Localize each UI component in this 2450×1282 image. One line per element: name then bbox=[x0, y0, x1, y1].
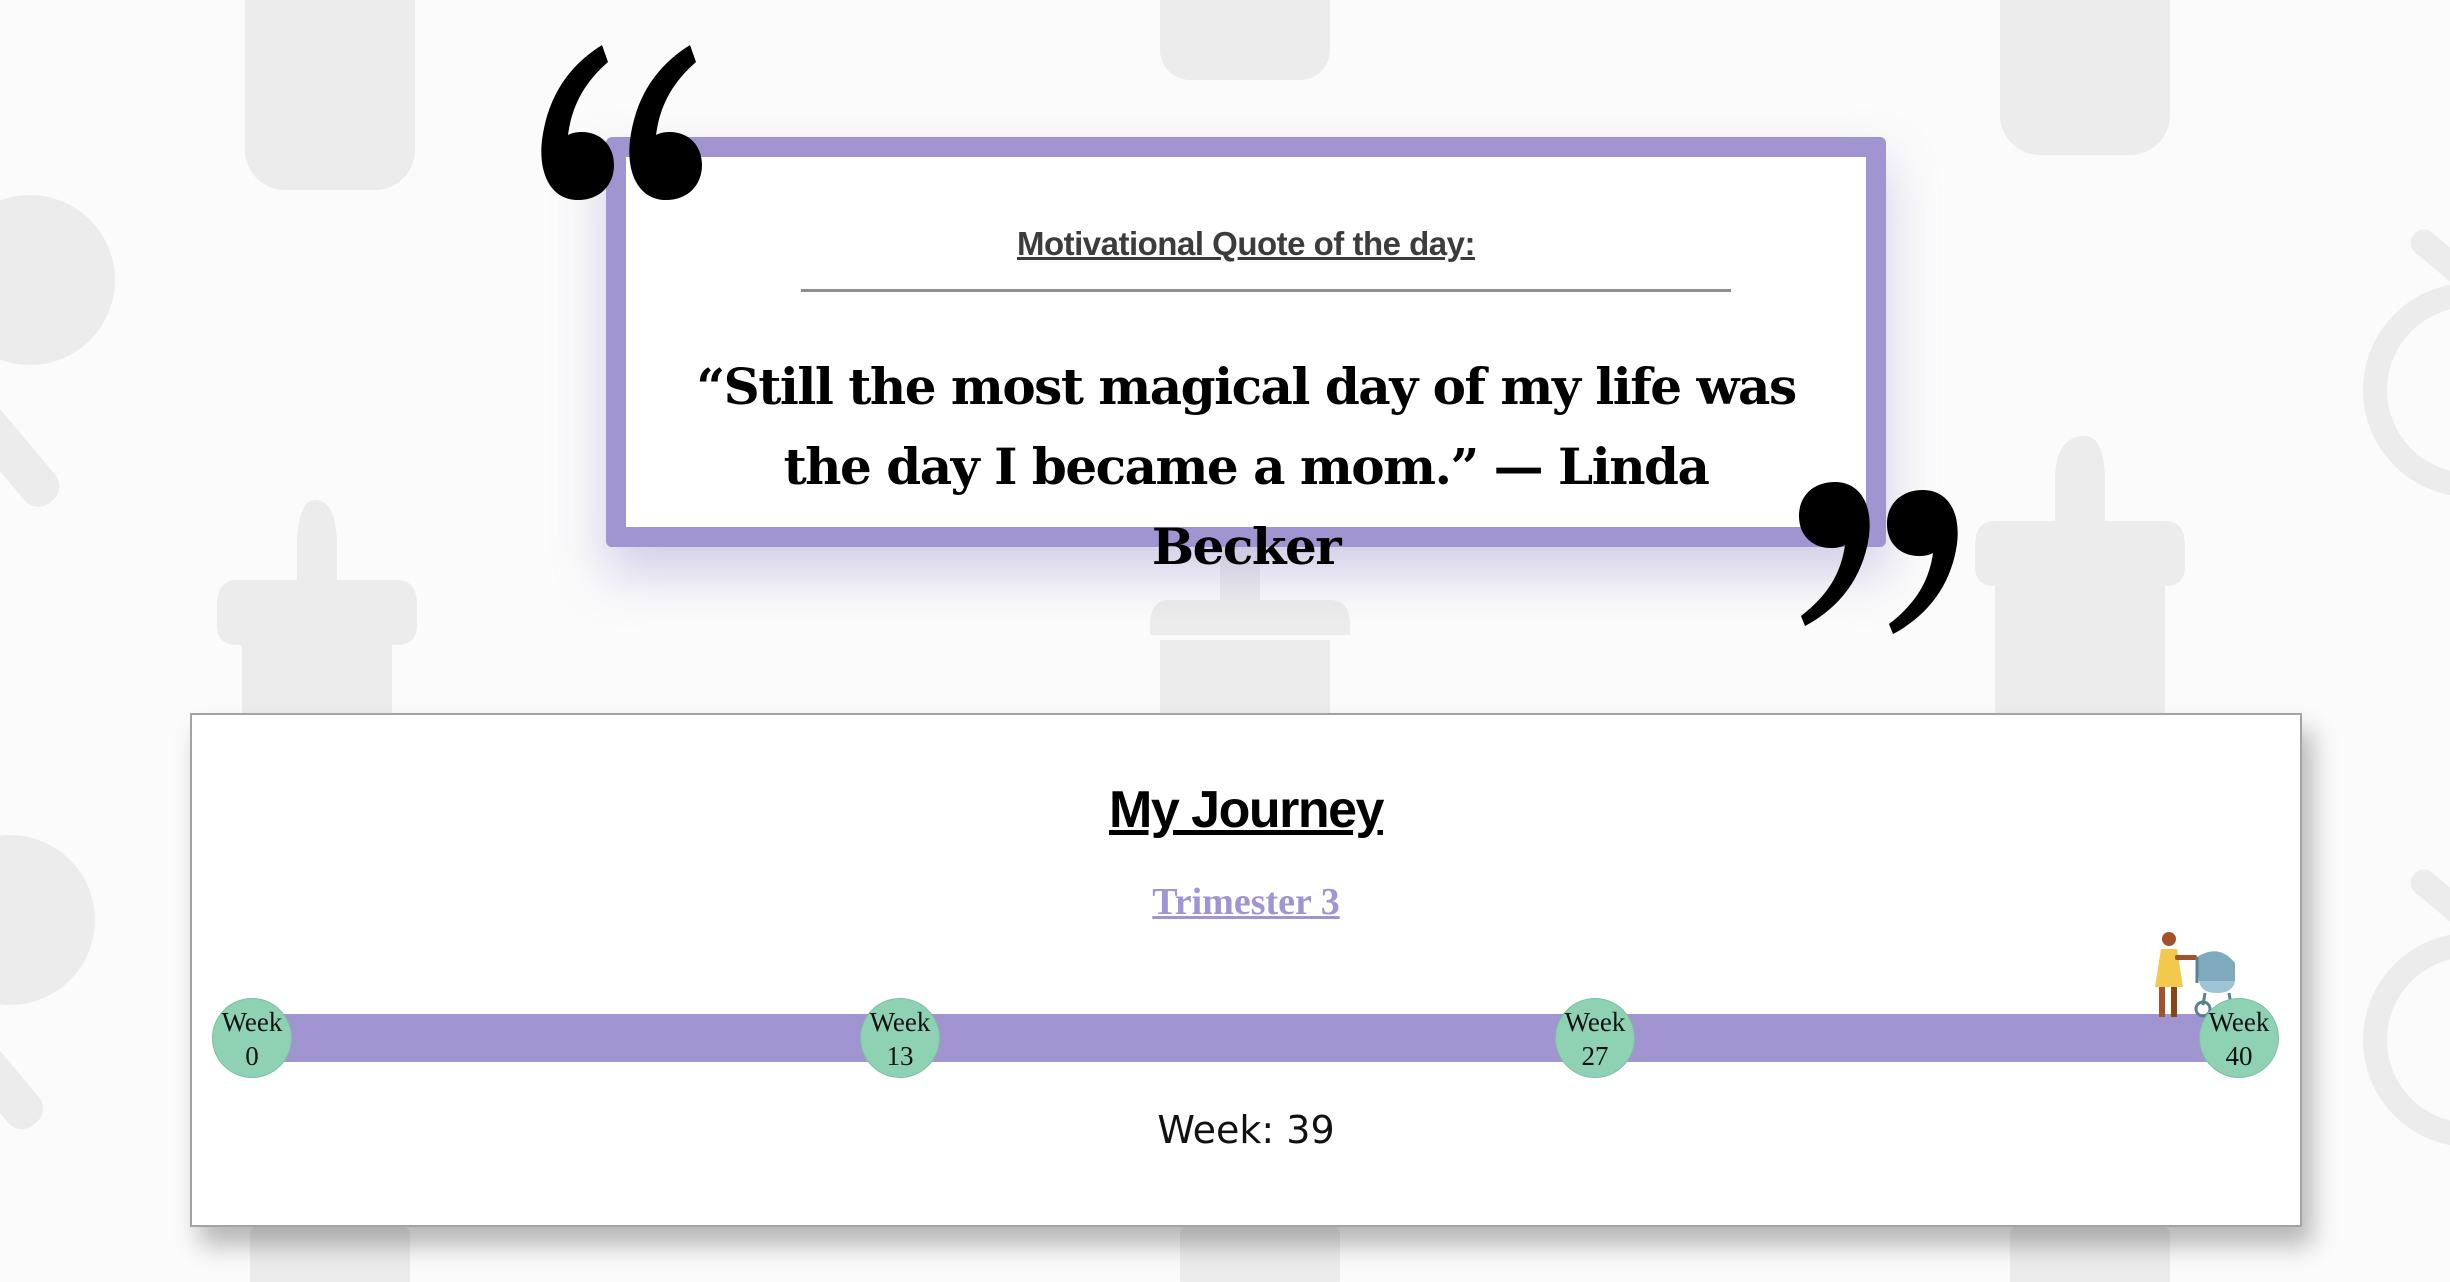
milestone-label: Week bbox=[221, 1007, 283, 1037]
milestone-week-27[interactable]: Week 27 bbox=[1555, 998, 1635, 1078]
quote-text: “Still the most magical day of my life w… bbox=[696, 357, 1797, 576]
milestone-week-number: 0 bbox=[245, 1041, 259, 1071]
milestone-label: Week bbox=[1564, 1007, 1626, 1037]
pacifier-icon bbox=[0, 195, 115, 507]
journey-card: My Journey Trimester 3 Week 0 Week 13 We… bbox=[190, 713, 2302, 1227]
milestone-week-number: 13 bbox=[886, 1041, 914, 1071]
pacifier-icon bbox=[2363, 869, 2450, 1146]
milestone-week-number: 27 bbox=[1581, 1041, 1609, 1071]
baby-bottle-icon bbox=[1975, 436, 2185, 716]
milestone-week-number: 40 bbox=[2225, 1041, 2253, 1071]
pacifier-icon bbox=[0, 835, 95, 1130]
quote-card: Motivational Quote of the day: “Still th… bbox=[606, 137, 1886, 576]
baby-bottle-icon bbox=[1160, 0, 1330, 80]
baby-bottle-icon bbox=[2000, 0, 2170, 155]
milestone-week-0[interactable]: Week 0 bbox=[212, 998, 292, 1078]
baby-bottle-icon bbox=[245, 0, 415, 190]
quote-divider bbox=[801, 289, 1731, 292]
close-quote-icon bbox=[1799, 482, 1958, 634]
milestone-week-40[interactable]: Week 40 bbox=[2199, 998, 2279, 1078]
quote-heading: Motivational Quote of the day: bbox=[1016, 225, 1476, 262]
pacifier-icon bbox=[2363, 229, 2450, 496]
milestone-week-13[interactable]: Week 13 bbox=[860, 998, 940, 1078]
progress-track bbox=[252, 1014, 2252, 1062]
baby-bottle-icon bbox=[217, 500, 417, 730]
milestone-label: Week bbox=[2208, 1007, 2270, 1037]
current-week-readout: Week: 39 bbox=[1157, 1108, 1335, 1152]
milestone-label: Week bbox=[869, 1007, 931, 1037]
open-quote-icon bbox=[541, 45, 702, 200]
trimester-link[interactable]: Trimester 3 bbox=[192, 880, 2300, 924]
journey-title: My Journey bbox=[1109, 781, 1384, 839]
